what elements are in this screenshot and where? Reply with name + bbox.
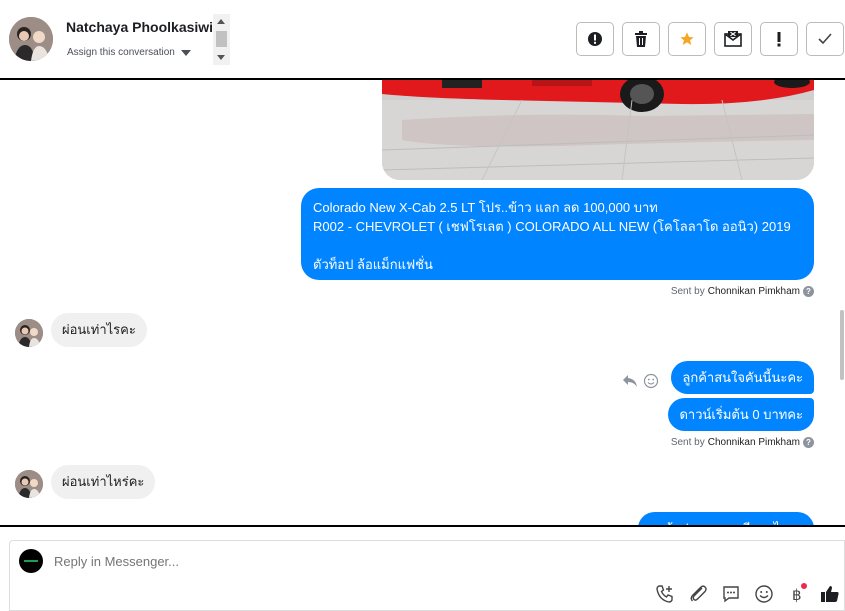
trash-icon	[635, 31, 647, 47]
outgoing-message-listing[interactable]: Colorado New X-Cab 2.5 LT โปร..ข้าว แลก …	[301, 188, 814, 280]
star-button[interactable]	[668, 22, 706, 56]
header-scrollbar[interactable]	[213, 14, 230, 65]
message-line: ตัวท็อป ล้อแม็กแฟชั่น	[313, 257, 433, 272]
message-thread[interactable]: Colorado New X-Cab 2.5 LT โปร..ข้าว แลก …	[0, 80, 845, 527]
outgoing-message[interactable]: ลูกค้าสนใจคันนี้นะคะ	[671, 361, 814, 394]
outgoing-message[interactable]: ลูกค้าประกอบอาชีพอะไรคะ	[637, 512, 814, 525]
composer-tools: ฿	[654, 583, 840, 604]
sent-by-label: Sent by Chonnikan Pimkham ?	[671, 286, 814, 297]
reply-icon[interactable]	[622, 374, 638, 388]
svg-text:฿: ฿	[792, 586, 802, 604]
call-add-icon[interactable]	[654, 583, 675, 604]
sent-by-name[interactable]: Chonnikan Pimkham	[708, 286, 800, 297]
sent-by-prefix: Sent by	[670, 437, 705, 448]
message-composer: ฿	[9, 540, 845, 611]
conversation-header: Natchaya Phoolkasiwit Assign this conver…	[0, 0, 845, 80]
incoming-message[interactable]: ผ่อนเท่าไหร่คะ	[51, 465, 156, 499]
contact-avatar[interactable]	[9, 17, 53, 61]
scroll-down-icon[interactable]	[217, 55, 225, 60]
contact-avatar-small[interactable]	[15, 319, 43, 347]
message-line	[313, 236, 802, 255]
spam-button[interactable]	[576, 22, 614, 56]
car-photo-attachment[interactable]	[382, 80, 814, 180]
outgoing-message[interactable]: ดาวน์เริ่มต้น 0 บาทคะ	[668, 398, 814, 431]
message-actions	[622, 373, 659, 389]
star-icon	[680, 32, 694, 45]
check-icon	[818, 33, 832, 45]
contact-avatar-small[interactable]	[15, 470, 43, 498]
thread-scrollbar[interactable]	[839, 80, 845, 525]
help-icon[interactable]: ?	[803, 286, 814, 297]
caret-down-icon	[180, 49, 191, 56]
page-avatar	[19, 549, 43, 573]
mark-unread-button[interactable]	[714, 22, 752, 56]
saved-reply-icon[interactable]	[720, 583, 741, 604]
alert-circle-icon	[588, 32, 602, 46]
sent-by-prefix: Sent by	[670, 286, 705, 297]
message-line: R002 - CHEVROLET ( เชฟโรเลต ) COLORADO A…	[313, 219, 791, 234]
delete-button[interactable]	[622, 22, 660, 56]
like-icon[interactable]	[819, 583, 840, 604]
attachment-icon[interactable]	[687, 583, 708, 604]
sent-by-label: Sent by Chonnikan Pimkham ?	[671, 437, 814, 448]
scroll-thumb[interactable]	[840, 310, 844, 380]
assign-conversation-dropdown[interactable]: Assign this conversation	[67, 47, 191, 58]
sent-by-name[interactable]: Chonnikan Pimkham	[708, 437, 800, 448]
done-button[interactable]	[806, 22, 844, 56]
conversation-toolbar	[576, 22, 844, 56]
baht-payment-icon[interactable]: ฿	[786, 583, 807, 604]
scroll-up-icon[interactable]	[217, 19, 225, 24]
help-icon[interactable]: ?	[803, 437, 814, 448]
reply-input[interactable]	[54, 554, 354, 569]
incoming-message[interactable]: ผ่อนเท่าไรคะ	[51, 313, 147, 347]
react-emoji-icon[interactable]	[643, 373, 659, 389]
follow-up-button[interactable]	[760, 22, 798, 56]
notification-dot	[801, 583, 807, 589]
exclamation-icon	[777, 32, 781, 47]
contact-name[interactable]: Natchaya Phoolkasiwit	[66, 19, 214, 35]
assign-label: Assign this conversation	[67, 47, 175, 58]
message-line: Colorado New X-Cab 2.5 LT โปร..ข้าว แลก …	[313, 200, 658, 215]
envelope-x-icon	[724, 31, 742, 47]
scroll-thumb[interactable]	[216, 31, 227, 47]
emoji-icon[interactable]	[753, 583, 774, 604]
